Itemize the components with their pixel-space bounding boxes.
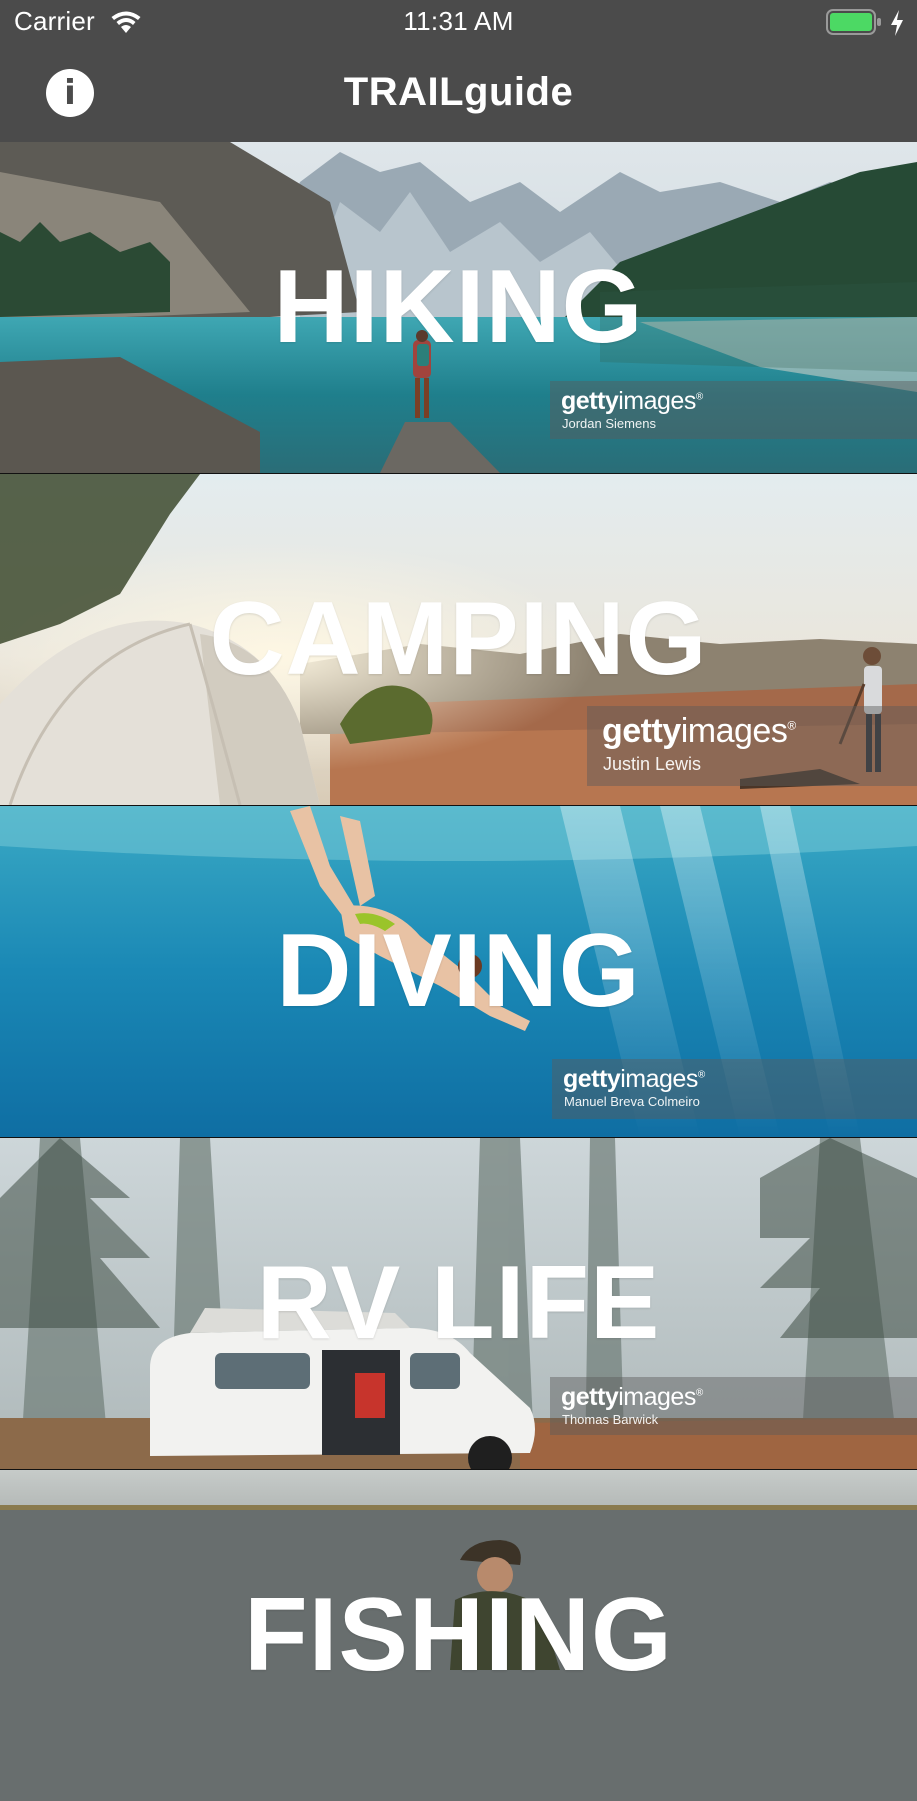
getty-images-logo: gettyimages® <box>563 1065 705 1093</box>
status-bar: Carrier 11:31 AM <box>0 0 917 46</box>
activity-label: FISHING <box>244 1577 673 1693</box>
activity-tile-fishing[interactable]: FISHING <box>0 1470 917 1801</box>
photo-credit: gettyimages® Justin Lewis <box>587 706 917 786</box>
getty-images-logo: gettyimages® <box>561 1383 703 1411</box>
activity-label: HIKING <box>273 249 644 365</box>
activity-tile-camping[interactable]: CAMPING gettyimages® Justin Lewis <box>0 474 917 805</box>
app-title: TRAILguide <box>343 70 574 114</box>
activity-tile-diving[interactable]: DIVING gettyimages® Manuel Breva Colmeir… <box>0 806 917 1137</box>
activity-list: HIKING gettyimages® Jordan Siemens CAMPI… <box>0 142 917 1801</box>
photo-credit: gettyimages® Jordan Siemens <box>550 381 917 439</box>
photo-credit: gettyimages® Manuel Breva Colmeiro <box>552 1059 917 1119</box>
charging-icon <box>891 10 903 36</box>
activity-tile-hiking[interactable]: HIKING gettyimages® Jordan Siemens <box>0 142 917 473</box>
photographer-name: Manuel Breva Colmeiro <box>564 1094 700 1109</box>
photographer-name: Jordan Siemens <box>562 416 656 431</box>
photographer-name: Thomas Barwick <box>562 1412 659 1427</box>
activity-tile-rv-life[interactable]: RV LIFE gettyimages® Thomas Barwick <box>0 1138 917 1469</box>
navigation-bar: i TRAILguide <box>0 46 917 142</box>
battery-icon <box>826 9 881 35</box>
getty-images-logo: gettyimages® <box>561 387 703 415</box>
activity-label: RV LIFE <box>256 1245 661 1361</box>
activity-label: CAMPING <box>209 581 708 697</box>
photo-credit: gettyimages® Thomas Barwick <box>550 1377 917 1435</box>
photographer-name: Justin Lewis <box>603 754 702 774</box>
activity-label: DIVING <box>276 913 641 1029</box>
clock: 11:31 AM <box>403 6 514 36</box>
getty-images-logo: gettyimages® <box>602 712 796 750</box>
